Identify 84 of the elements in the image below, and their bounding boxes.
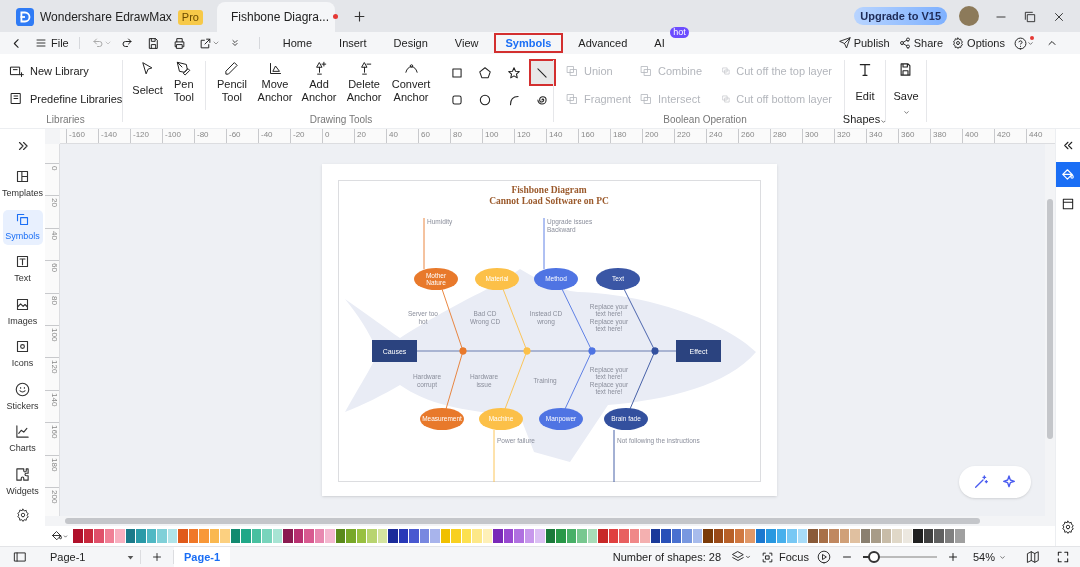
edit-shapes-button[interactable]: Edit (855, 62, 875, 105)
file-menu[interactable]: File (35, 34, 69, 52)
drawing-tool-button[interactable]: Select (130, 61, 166, 97)
ruler-label: 180 (45, 454, 59, 487)
ruler-label: -80 (194, 129, 226, 143)
zoom-dropdown[interactable]: 54% (972, 548, 1006, 566)
toolbar-action[interactable]: Options (952, 34, 1005, 52)
document-tab[interactable]: Fishbone Diagra... (216, 2, 335, 32)
ruler-label: 140 (45, 389, 59, 423)
ruler-label: 220 (674, 129, 706, 143)
ruler-label: 100 (45, 324, 59, 358)
ruler-label: 360 (898, 129, 930, 143)
ruler-label: 380 (930, 129, 962, 143)
sidebar-item[interactable]: Icons (2, 337, 43, 373)
ruler-label: 40 (386, 129, 418, 143)
ruler-label: 140 (546, 129, 578, 143)
ruler-label: -60 (226, 129, 258, 143)
hot-badge: hot (670, 27, 689, 38)
ruler-label: 240 (706, 129, 738, 143)
ruler-label: -120 (130, 129, 162, 143)
ruler-label: 80 (450, 129, 482, 143)
ruler-label: 160 (578, 129, 610, 143)
drawing-tool-button[interactable]: Delete Anchor (342, 61, 386, 104)
group-caption: Drawing Tools (308, 113, 374, 127)
page-tab[interactable]: Page-1 (174, 547, 231, 567)
ruler-label: 260 (738, 129, 770, 143)
upgrade-button[interactable]: Upgrade to V15 (854, 7, 947, 25)
focus-button[interactable]: Focus (761, 548, 809, 566)
ruler-label: 80 (45, 292, 59, 325)
ruler-label: -20 (290, 129, 322, 143)
group-caption: Boolean Operation (662, 113, 748, 127)
ruler-label: 60 (418, 129, 450, 143)
library-button[interactable]: Predefine Libraries (9, 90, 123, 107)
diagram-title: Fishbone Diagram Cannot Load Software on PC (489, 185, 609, 206)
ruler-label: 180 (610, 129, 642, 143)
shapes-dropdown[interactable]: Shapes (842, 110, 888, 127)
pro-badge: Pro (177, 9, 203, 25)
save-button[interactable]: Save (893, 62, 919, 105)
ruler-label: -160 (66, 129, 98, 143)
ruler-label: 20 (45, 195, 59, 228)
drawing-tool-button[interactable]: Add Anchor (297, 61, 341, 104)
ruler-label: 20 (354, 129, 386, 143)
drawing-tool-button[interactable]: Convert Anchor (387, 61, 435, 104)
ruler-label: 200 (642, 129, 674, 143)
sidebar-item[interactable]: Charts (2, 422, 43, 458)
ruler-label: 300 (802, 129, 834, 143)
menu-tab[interactable]: View (442, 33, 491, 53)
ruler-label: 280 (770, 129, 802, 143)
ruler-label: 40 (45, 227, 59, 261)
menu-tab[interactable]: Home (270, 33, 325, 53)
ruler-label: -100 (162, 129, 194, 143)
ruler-label: -140 (98, 129, 130, 143)
ruler-label: 0 (322, 129, 354, 143)
shape-count: Number of shapes: 28 (612, 549, 721, 565)
page-dropdown[interactable]: Page-1 (50, 548, 140, 566)
ruler-label: 420 (994, 129, 1026, 143)
ruler-label: 60 (45, 260, 59, 293)
sidebar-item[interactable]: Text (2, 252, 43, 288)
drawing-tool-button[interactable]: Pencil Tool (211, 61, 253, 104)
ruler-label: 400 (962, 129, 994, 143)
ruler-label: 320 (834, 129, 866, 143)
menu-tab[interactable]: Insert (327, 33, 379, 53)
sidebar-item[interactable]: Symbols (2, 209, 43, 245)
library-button[interactable]: New Library (9, 63, 123, 80)
sidebar-item[interactable]: Stickers (2, 379, 43, 415)
ruler-label: 340 (866, 129, 898, 143)
group-caption: Libraries (45, 113, 86, 127)
toolbar-action[interactable]: Share (898, 34, 944, 52)
drawing-tool-button[interactable]: Pen Tool (167, 61, 201, 104)
app-tab[interactable]: Wondershare EdrawMax Pro (6, 2, 213, 32)
toolbar-action[interactable]: Publish (838, 34, 890, 52)
ruler-label: 100 (482, 129, 514, 143)
menu-tab[interactable]: Symbols (493, 33, 564, 53)
menu-tab[interactable]: Advanced (566, 33, 640, 53)
drawing-tool-button[interactable]: Move Anchor (254, 61, 296, 104)
sidebar-item[interactable]: Widgets (2, 464, 43, 500)
ruler-label: 0 (45, 163, 59, 196)
sidebar-item[interactable]: Images (2, 294, 43, 330)
menu-tab[interactable]: Design (381, 33, 440, 53)
ruler-label: 160 (45, 422, 59, 455)
ruler-label: -40 (258, 129, 290, 143)
ruler-label: 120 (514, 129, 546, 143)
ruler-label: 120 (45, 357, 59, 390)
sidebar-item[interactable]: Templates (2, 167, 43, 203)
